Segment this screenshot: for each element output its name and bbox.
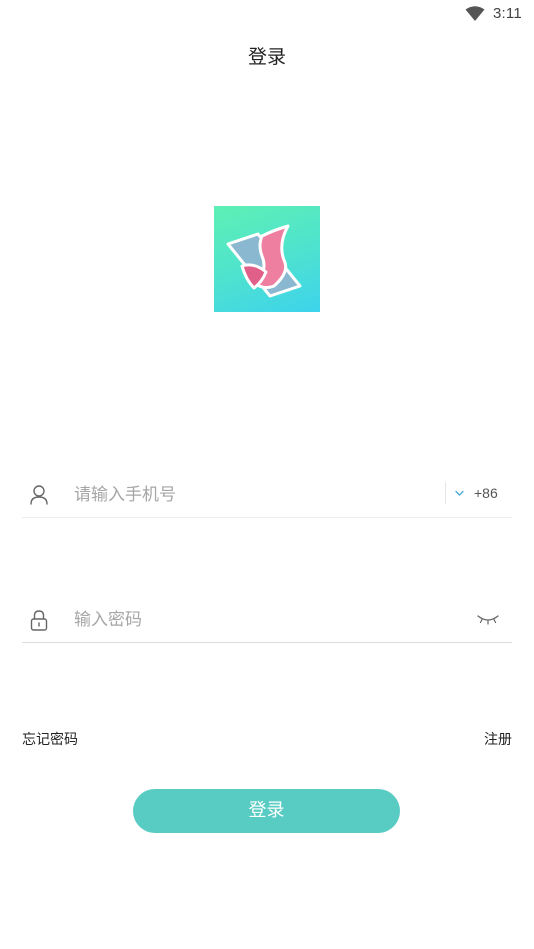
country-code: +86: [474, 485, 498, 501]
forgot-password-link[interactable]: 忘记密码: [22, 729, 78, 749]
phone-field: +86: [22, 473, 512, 518]
register-link[interactable]: 注册: [484, 729, 512, 749]
login-button[interactable]: 登录: [133, 789, 400, 833]
password-field: [22, 598, 512, 643]
chevron-down-icon: [455, 490, 464, 496]
user-icon: [30, 485, 48, 505]
country-code-selector[interactable]: +86: [452, 482, 512, 506]
logo-mark-icon: [226, 224, 302, 298]
country-divider: [445, 482, 446, 504]
phone-input[interactable]: [74, 480, 434, 510]
password-input[interactable]: [74, 605, 434, 635]
wifi-icon: [465, 6, 485, 21]
app-logo: [214, 206, 320, 312]
eye-closed-icon[interactable]: [477, 611, 499, 627]
page-title: 登录: [247, 46, 286, 68]
status-bar: 3:11: [0, 0, 534, 28]
status-time: 3:11: [493, 5, 522, 22]
lock-icon: [30, 610, 48, 631]
